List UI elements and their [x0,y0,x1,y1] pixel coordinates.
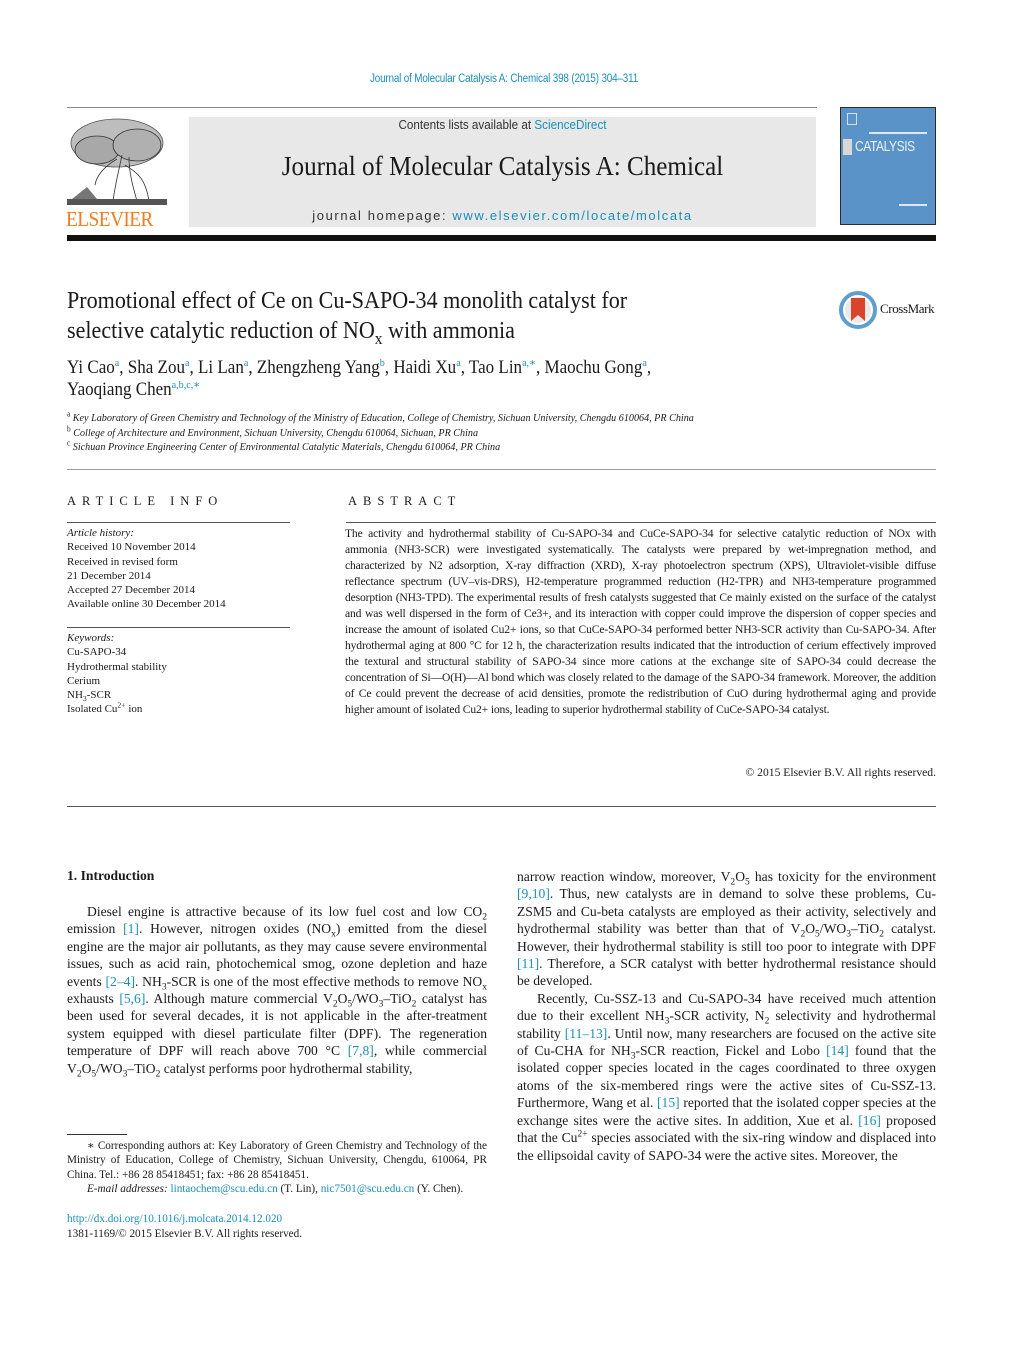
elsevier-tree-icon [67,115,167,207]
keyword: NH3-SCR [67,689,112,704]
journal-cover-thumbnail[interactable]: CATALYSIS [840,107,936,225]
abstract-text: The activity and hydrothermal stability … [345,527,936,716]
doi-link[interactable]: http://dx.doi.org/10.1016/j.molcata.2014… [67,1213,282,1225]
affiliations: a Key Laboratory of Green Chemistry and … [67,409,803,455]
keyword: Cu-SAPO-34 [67,646,127,659]
abstract-rule [346,522,936,523]
author[interactable]: Maochu Gonga [544,357,646,378]
cover-badge [847,113,857,125]
contents-prefix: Contents lists available at [398,117,535,132]
elsevier-logo[interactable]: ELSEVIER [66,115,167,231]
history-item: Received in revised form [67,555,178,568]
corresponding-note: ∗ Corresponding authors at: Key Laborato… [67,1140,487,1181]
article-info-heading: ARTICLE INFO [67,494,224,508]
paragraph: Recently, Cu-SSZ-13 and Cu-SAPO-34 have … [517,990,937,1163]
affiliation-rule [67,469,936,470]
author[interactable]: Haidi Xua [393,357,460,378]
header-thick-rule [67,235,936,241]
title-line-2: selective catalytic reduction of NOx wit… [67,318,515,348]
keyword: Hydrothermal stability [67,660,167,673]
header-rule [67,107,817,108]
keywords-label: Keywords: [67,632,115,644]
author[interactable]: Tao Lina,∗ [469,357,536,378]
citation-link[interactable]: [5,6] [119,991,145,1006]
keywords-rule [67,627,290,628]
author-list: Yi Caoa, Sha Zoua, Li Lana, Zhengzheng Y… [67,356,652,400]
keyword: Isolated Cu2+ ion [67,700,143,716]
affiliation: b College of Architecture and Environmen… [67,423,479,439]
affiliation: a Key Laboratory of Green Chemistry and … [67,409,694,424]
history-label: Article history: [67,527,134,539]
abstract-end-rule [67,806,936,807]
author[interactable]: Zhengzheng Yangb [257,357,385,378]
citation-link[interactable]: [14] [826,1043,849,1058]
keywords: Keywords: Cu-SAPO-34 Hydrothermal stabil… [67,631,290,717]
abstract-copyright: © 2015 Elsevier B.V. All rights reserved… [745,766,936,779]
citation-link[interactable]: [15] [657,1095,680,1110]
history-item: Available online 30 December 2014 [67,598,226,611]
body-column-left: Diesel engine is attractive because of i… [67,903,488,1080]
cover-bottom-line [899,204,927,206]
citation-link[interactable]: [9,10] [517,886,550,901]
running-head[interactable]: Journal of Molecular Catalysis A: Chemic… [71,73,938,85]
article-history: Article history: Received 10 November 20… [67,526,290,612]
journal-masthead: Contents lists available at ScienceDirec… [189,117,816,227]
body-column-right: narrow reaction window, moreover, V2O5 h… [517,868,936,1164]
section-heading-introduction: 1. Introduction [67,868,155,883]
citation-link[interactable]: [16] [858,1113,881,1128]
homepage-link[interactable]: www.elsevier.com/locate/molcata [452,208,692,223]
title-line-1: Promotional effect of Ce on Cu-SAPO-34 m… [67,288,628,314]
author[interactable]: Li Lana [198,357,248,378]
sciencedirect-link[interactable]: ScienceDirect [534,117,606,132]
cover-c-block [843,139,852,155]
email-link[interactable]: nic7501@scu.edu.cn [321,1183,415,1195]
corresponding-author-footnote: ∗ Corresponding authors at: Key Laborato… [67,1139,487,1197]
article-title: Promotional effect of Ce on Cu-SAPO-34 m… [67,286,729,348]
keyword: Cerium [67,674,100,687]
history-item: 21 December 2014 [67,569,151,582]
citation-link[interactable]: [2–4] [106,974,135,989]
crossmark-icon [839,291,877,329]
history-item: Accepted 27 December 2014 [67,584,195,597]
citation-link[interactable]: [1] [123,921,139,936]
elsevier-wordmark: ELSEVIER [66,207,153,231]
email-line: E-mail addresses: lintaochem@scu.edu.cn … [87,1183,464,1196]
author[interactable]: Sha Zoua [128,357,190,378]
paragraph: narrow reaction window, moreover, V2O5 h… [517,869,936,989]
homepage-line: journal homepage: www.elsevier.com/locat… [189,208,816,223]
contents-line: Contents lists available at ScienceDirec… [220,117,784,132]
history-item: Received 10 November 2014 [67,541,196,554]
homepage-prefix: journal homepage: [312,208,453,223]
issn-line: 1381-1169/© 2015 Elsevier B.V. All right… [67,1227,303,1240]
doi-block: http://dx.doi.org/10.1016/j.molcata.2014… [67,1212,302,1241]
crossmark-badge[interactable]: CrossMark [839,291,939,329]
article-info-rule [67,522,290,523]
cover-title: CATALYSIS [855,138,915,155]
cover-subtitle-line [869,132,927,134]
author[interactable]: Yaoqiang Chena,b,c,∗ [67,379,200,400]
abstract-heading: ABSTRACT [348,494,462,508]
citation-link[interactable]: [11–13] [565,1026,608,1041]
footnote-rule [67,1134,127,1135]
email-link[interactable]: lintaochem@scu.edu.cn [170,1183,277,1195]
journal-title: Journal of Molecular Catalysis A: Chemic… [281,151,724,181]
affiliation: c Sichuan Province Engineering Center of… [67,438,501,453]
paragraph: Diesel engine is attractive because of i… [67,904,488,1080]
citation-link[interactable]: [11] [517,956,539,971]
crossmark-label: CrossMark [880,301,935,316]
citation-link[interactable]: [7,8] [348,1043,374,1058]
author[interactable]: Yi Caoa [67,357,119,378]
